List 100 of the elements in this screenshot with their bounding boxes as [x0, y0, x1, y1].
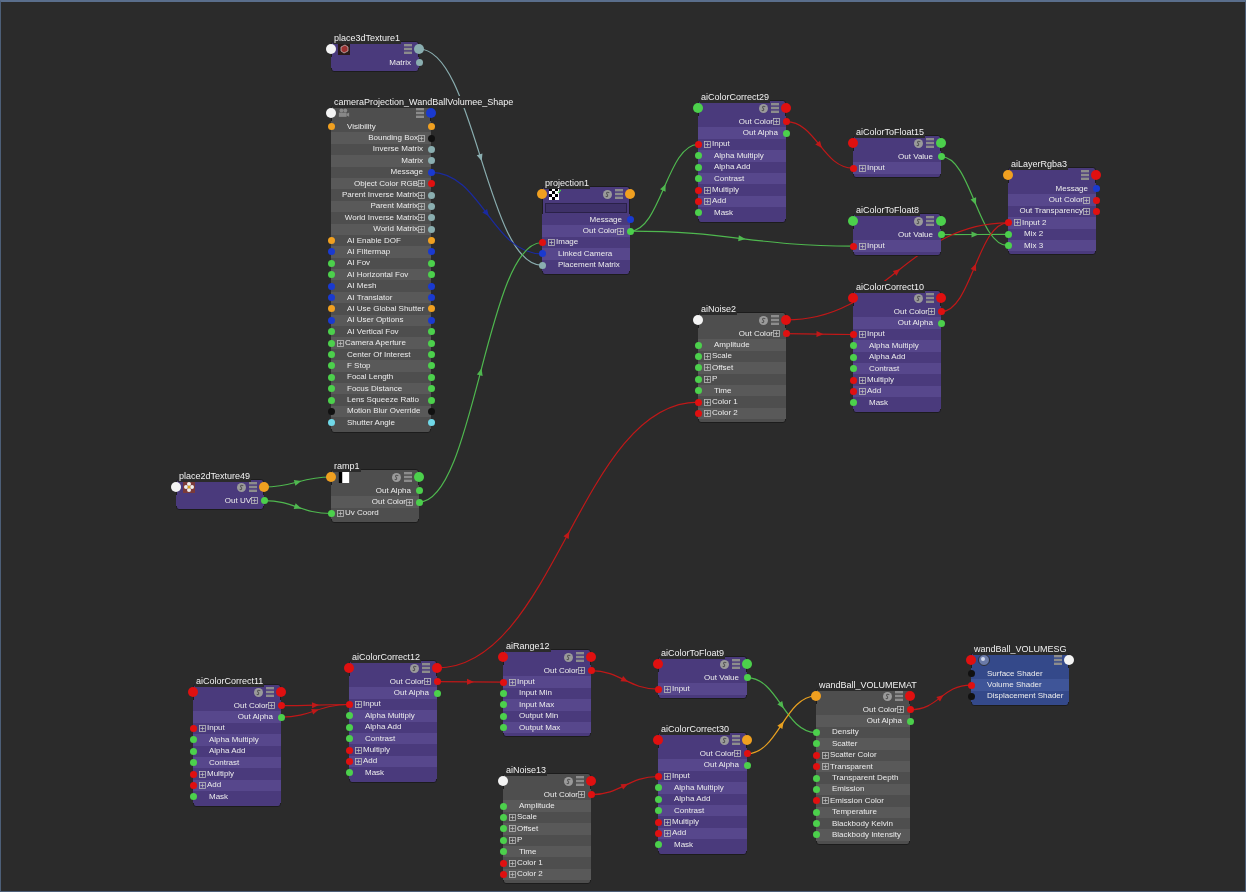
- expand-icon[interactable]: [704, 140, 711, 148]
- port-dot[interactable]: [743, 674, 751, 682]
- port-dot[interactable]: [782, 330, 790, 338]
- port-dot[interactable]: [427, 145, 435, 153]
- port-dot[interactable]: [427, 248, 435, 256]
- port-dot[interactable]: [427, 237, 435, 245]
- port-dot[interactable]: [171, 482, 181, 492]
- swatch-icon[interactable]: [720, 659, 729, 669]
- port-dot[interactable]: [427, 202, 435, 210]
- expand-icon[interactable]: [664, 818, 671, 826]
- expand-icon[interactable]: [268, 702, 275, 710]
- port-dot[interactable]: [426, 108, 436, 118]
- port-dot[interactable]: [1003, 170, 1013, 180]
- port-dot[interactable]: [694, 175, 702, 183]
- expand-icon[interactable]: [424, 678, 431, 686]
- expand-icon[interactable]: [859, 330, 866, 338]
- expand-icon[interactable]: [418, 191, 425, 199]
- list-icon[interactable]: [771, 315, 779, 325]
- port-dot[interactable]: [782, 118, 790, 126]
- port-dot[interactable]: [654, 841, 662, 849]
- expand-icon[interactable]: [859, 164, 866, 172]
- port-dot[interactable]: [189, 759, 197, 767]
- expand-icon[interactable]: [418, 134, 425, 142]
- list-icon[interactable]: [926, 293, 934, 303]
- port-dot[interactable]: [427, 168, 435, 176]
- expand-icon[interactable]: [355, 700, 362, 708]
- port-dot[interactable]: [415, 487, 423, 495]
- port-dot[interactable]: [1004, 219, 1012, 227]
- port-dot[interactable]: [498, 652, 508, 662]
- expand-icon[interactable]: [704, 197, 711, 205]
- port-dot[interactable]: [812, 740, 820, 748]
- port-dot[interactable]: [427, 180, 435, 188]
- port-dot[interactable]: [693, 103, 703, 113]
- port-dot[interactable]: [1092, 196, 1100, 204]
- expand-icon[interactable]: [509, 859, 516, 867]
- port-dot[interactable]: [327, 305, 335, 313]
- port-dot[interactable]: [743, 761, 751, 769]
- expand-icon[interactable]: [1083, 196, 1090, 204]
- expand-icon[interactable]: [251, 497, 258, 505]
- swatch-icon[interactable]: [254, 687, 263, 697]
- port-dot[interactable]: [414, 472, 424, 482]
- port-dot[interactable]: [499, 701, 507, 709]
- expand-icon[interactable]: [704, 375, 711, 383]
- port-dot[interactable]: [427, 396, 435, 404]
- list-icon[interactable]: [1081, 170, 1089, 180]
- expand-icon[interactable]: [704, 409, 711, 417]
- port-dot[interactable]: [189, 736, 197, 744]
- port-dot[interactable]: [415, 59, 423, 67]
- port-dot[interactable]: [260, 497, 268, 505]
- port-dot[interactable]: [848, 138, 858, 148]
- port-dot[interactable]: [653, 735, 663, 745]
- port-dot[interactable]: [586, 776, 596, 786]
- port-dot[interactable]: [432, 663, 442, 673]
- port-dot[interactable]: [626, 227, 634, 235]
- list-icon[interactable]: [895, 691, 903, 701]
- port-dot[interactable]: [427, 214, 435, 222]
- port-dot[interactable]: [906, 717, 914, 725]
- expand-icon[interactable]: [773, 118, 780, 126]
- port-dot[interactable]: [653, 659, 663, 669]
- port-dot[interactable]: [694, 209, 702, 217]
- port-dot[interactable]: [812, 763, 820, 771]
- port-dot[interactable]: [937, 153, 945, 161]
- expand-icon[interactable]: [509, 836, 516, 844]
- port-dot[interactable]: [277, 702, 285, 710]
- port-dot[interactable]: [936, 138, 946, 148]
- swatch-icon[interactable]: [603, 189, 612, 199]
- swatch-icon[interactable]: [564, 776, 573, 786]
- port-dot[interactable]: [345, 735, 353, 743]
- expand-icon[interactable]: [1083, 207, 1090, 215]
- port-dot[interactable]: [433, 678, 441, 686]
- port-dot[interactable]: [967, 670, 975, 678]
- swatch-icon[interactable]: [759, 103, 768, 113]
- expand-icon[interactable]: [509, 813, 516, 821]
- blank-field[interactable]: [545, 203, 627, 213]
- port-dot[interactable]: [743, 750, 751, 758]
- port-dot[interactable]: [427, 316, 435, 324]
- port-dot[interactable]: [427, 294, 435, 302]
- expand-icon[interactable]: [664, 685, 671, 693]
- port-dot[interactable]: [427, 419, 435, 427]
- swatch-icon[interactable]: [914, 293, 923, 303]
- port-dot[interactable]: [427, 191, 435, 199]
- port-dot[interactable]: [936, 216, 946, 226]
- port-dot[interactable]: [427, 259, 435, 267]
- port-dot[interactable]: [499, 848, 507, 856]
- port-dot[interactable]: [276, 687, 286, 697]
- expand-icon[interactable]: [859, 242, 866, 250]
- swatch-icon[interactable]: [883, 691, 892, 701]
- expand-icon[interactable]: [406, 498, 413, 506]
- expand-icon[interactable]: [578, 791, 585, 799]
- port-dot[interactable]: [742, 659, 752, 669]
- port-dot[interactable]: [327, 271, 335, 279]
- port-dot[interactable]: [327, 294, 335, 302]
- port-dot[interactable]: [1004, 242, 1012, 250]
- expand-icon[interactable]: [704, 352, 711, 360]
- expand-icon[interactable]: [617, 227, 624, 235]
- port-dot[interactable]: [654, 784, 662, 792]
- list-icon[interactable]: [576, 776, 584, 786]
- port-dot[interactable]: [848, 293, 858, 303]
- expand-icon[interactable]: [199, 781, 206, 789]
- port-dot[interactable]: [1092, 207, 1100, 215]
